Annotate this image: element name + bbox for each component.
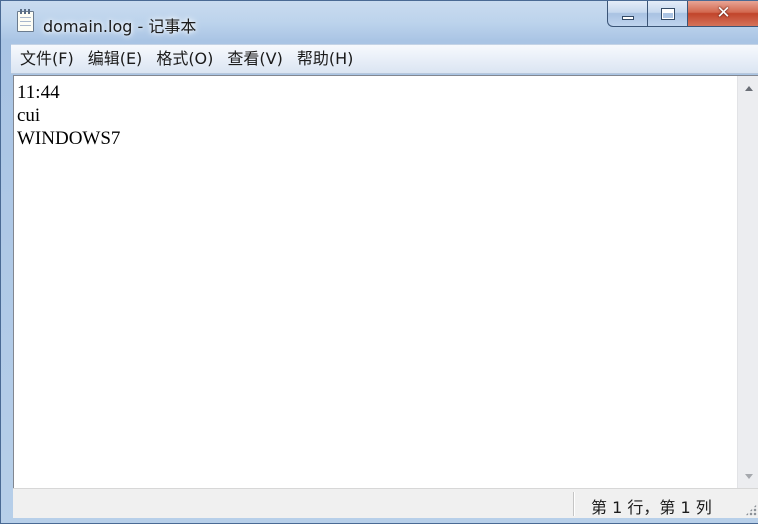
menu-bar: 文件(F) 编辑(E) 格式(O) 查看(V) 帮助(H) [11,44,758,74]
caption-buttons: ✕ [607,1,758,29]
resize-grip-icon[interactable] [745,504,757,516]
notepad-icon[interactable] [17,9,34,32]
menu-help[interactable]: 帮助(H) [290,45,361,73]
close-icon: ✕ [716,3,731,23]
text-line: cui [17,105,41,126]
vertical-scrollbar[interactable] [737,76,758,488]
arrow-down-icon [744,473,753,479]
cursor-position: 第 1 行，第 1 列 [591,498,712,517]
text-editor[interactable]: 11:44 cui WINDOWS7 [13,75,758,488]
status-divider [573,492,574,516]
status-bar: 第 1 行，第 1 列 [13,488,758,518]
text-line: WINDOWS7 [17,128,121,149]
notepad-window: domain.log - 记事本 ✕ 文件(F) 编辑(E) 格式(O) 查看(… [0,0,758,524]
scroll-down-button[interactable] [738,466,758,486]
close-button[interactable]: ✕ [687,1,758,27]
arrow-up-icon [744,85,753,91]
scroll-up-button[interactable] [738,78,758,98]
title-bar[interactable]: domain.log - 记事本 ✕ [1,1,758,43]
menu-format[interactable]: 格式(O) [149,45,220,73]
editor-text[interactable]: 11:44 cui WINDOWS7 [17,81,735,488]
menu-edit[interactable]: 编辑(E) [81,45,150,73]
menu-view[interactable]: 查看(V) [220,45,289,73]
minimize-button[interactable] [607,1,647,27]
text-line: 11:44 [17,82,60,103]
maximize-icon [660,7,675,20]
minimize-icon [621,15,634,20]
menu-file[interactable]: 文件(F) [11,45,81,73]
maximize-button[interactable] [647,1,687,27]
window-title: domain.log - 记事本 [43,17,197,36]
